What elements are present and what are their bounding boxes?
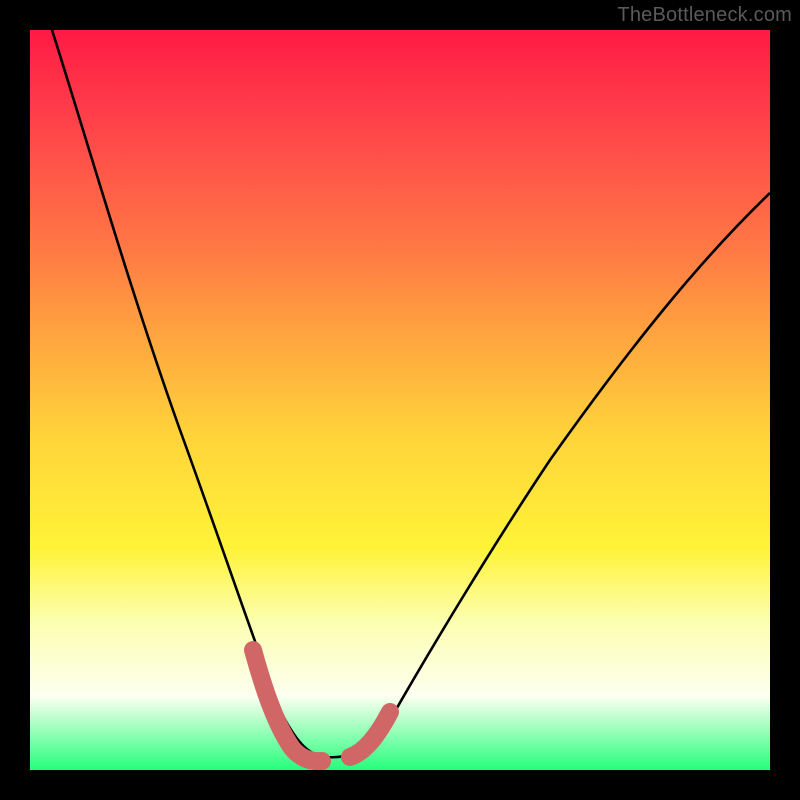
plot-area xyxy=(30,30,770,770)
curve-svg xyxy=(30,30,770,770)
left-band-marker xyxy=(253,650,322,761)
bottleneck-curve-line xyxy=(52,30,770,757)
right-band-marker xyxy=(350,712,390,757)
chart-frame: TheBottleneck.com xyxy=(0,0,800,800)
watermark-text: TheBottleneck.com xyxy=(617,4,792,27)
